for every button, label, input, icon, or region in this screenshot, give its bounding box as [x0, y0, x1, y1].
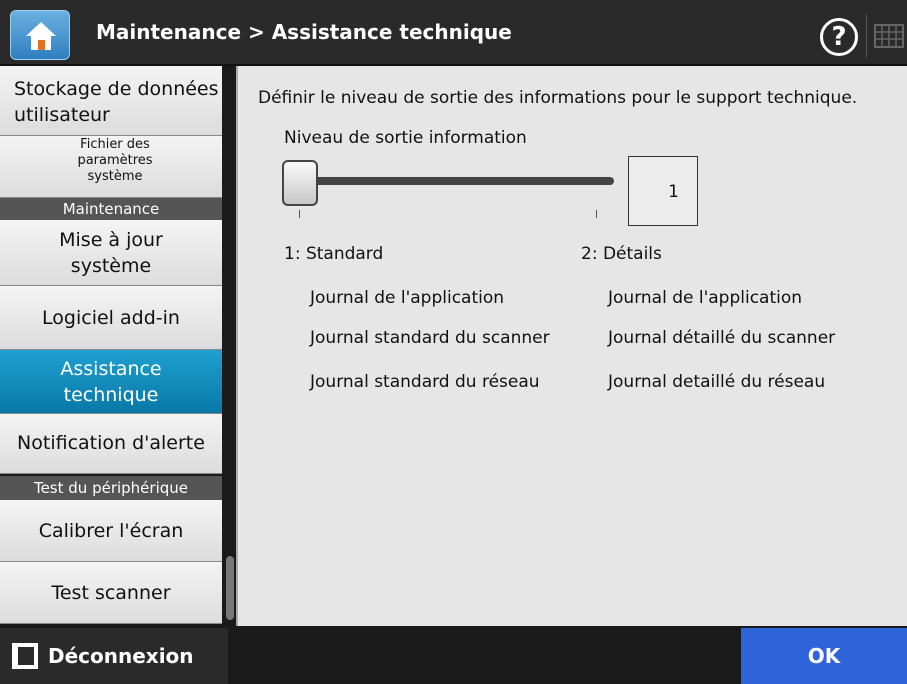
logout-button[interactable]: Déconnexion	[0, 628, 228, 684]
sidebar-item-assistance-technique[interactable]: Assistance technique	[0, 350, 222, 414]
level-2-item: Journal détaillé du scanner	[608, 328, 836, 348]
ok-button[interactable]: OK	[741, 628, 907, 684]
home-icon	[26, 22, 56, 50]
sidebar-item-label: Fichier des paramètres système	[77, 137, 153, 184]
level-2-heading: 2: Détails	[581, 244, 662, 264]
keyboard-icon[interactable]	[874, 24, 904, 48]
category-label: Test du périphérique	[33, 479, 189, 497]
home-button[interactable]	[10, 10, 70, 60]
description-text: Définir le niveau de sortie des informat…	[258, 88, 858, 108]
output-level-slider-track[interactable]	[298, 177, 614, 185]
output-level-slider-thumb[interactable]	[282, 160, 318, 206]
sidebar-item-calibrer-ecran[interactable]: Calibrer l'écran	[0, 500, 222, 562]
help-button[interactable]: ?	[820, 18, 858, 56]
sidebar-item-stockage[interactable]: Stockage de données utilisateur	[0, 66, 222, 136]
sidebar-scrollbar[interactable]	[222, 66, 236, 626]
category-label: Maintenance	[62, 200, 160, 218]
level-1-item: Journal de l'application	[310, 288, 505, 308]
sidebar-item-notification-alerte[interactable]: Notification d'alerte	[0, 414, 222, 474]
sidebar-item-label: Mise à jour système	[59, 229, 163, 277]
logout-icon	[12, 643, 38, 669]
main-panel: Définir le niveau de sortie des informat…	[236, 66, 907, 626]
level-1-item: Journal standard du scanner	[310, 328, 550, 348]
sidebar-item-label: Stockage de données utilisateur	[14, 78, 219, 126]
header-divider	[866, 14, 867, 58]
sidebar-category-test-peripherique: Test du périphérique	[0, 476, 222, 500]
sidebar-item-label: Assistance technique	[60, 358, 162, 406]
header-bar: Maintenance > Assistance technique ?	[0, 0, 907, 66]
level-2-item: Journal de l'application	[608, 288, 803, 308]
sidebar-item-fichier-parametres[interactable]: Fichier des paramètres système	[0, 136, 222, 198]
page-title: Maintenance > Assistance technique	[96, 20, 512, 44]
level-1-heading: 1: Standard	[284, 244, 384, 264]
sidebar-item-label: Test scanner	[51, 582, 171, 604]
logout-label: Déconnexion	[48, 644, 194, 668]
output-level-label: Niveau de sortie information	[284, 128, 527, 148]
sidebar-category-maintenance: Maintenance	[0, 198, 222, 220]
sidebar-item-label: Logiciel add-in	[42, 307, 180, 329]
level-1-item: Journal standard du réseau	[310, 372, 540, 392]
sidebar: Stockage de données utilisateur Fichier …	[0, 66, 222, 626]
output-level-value: 1	[628, 156, 698, 226]
sidebar-item-mise-a-jour[interactable]: Mise à jour système	[0, 220, 222, 286]
slider-tick-min	[299, 210, 300, 218]
footer-bar: Déconnexion OK	[0, 628, 907, 684]
sidebar-item-label: Calibrer l'écran	[38, 520, 184, 542]
sidebar-item-test-scanner[interactable]: Test scanner	[0, 562, 222, 624]
level-2-item: Journal detaillé du réseau	[608, 372, 826, 392]
sidebar-scroll-thumb[interactable]	[226, 556, 234, 620]
sidebar-item-logiciel-add-in[interactable]: Logiciel add-in	[0, 286, 222, 350]
slider-tick-max	[596, 210, 597, 218]
sidebar-item-label: Notification d'alerte	[17, 432, 205, 454]
